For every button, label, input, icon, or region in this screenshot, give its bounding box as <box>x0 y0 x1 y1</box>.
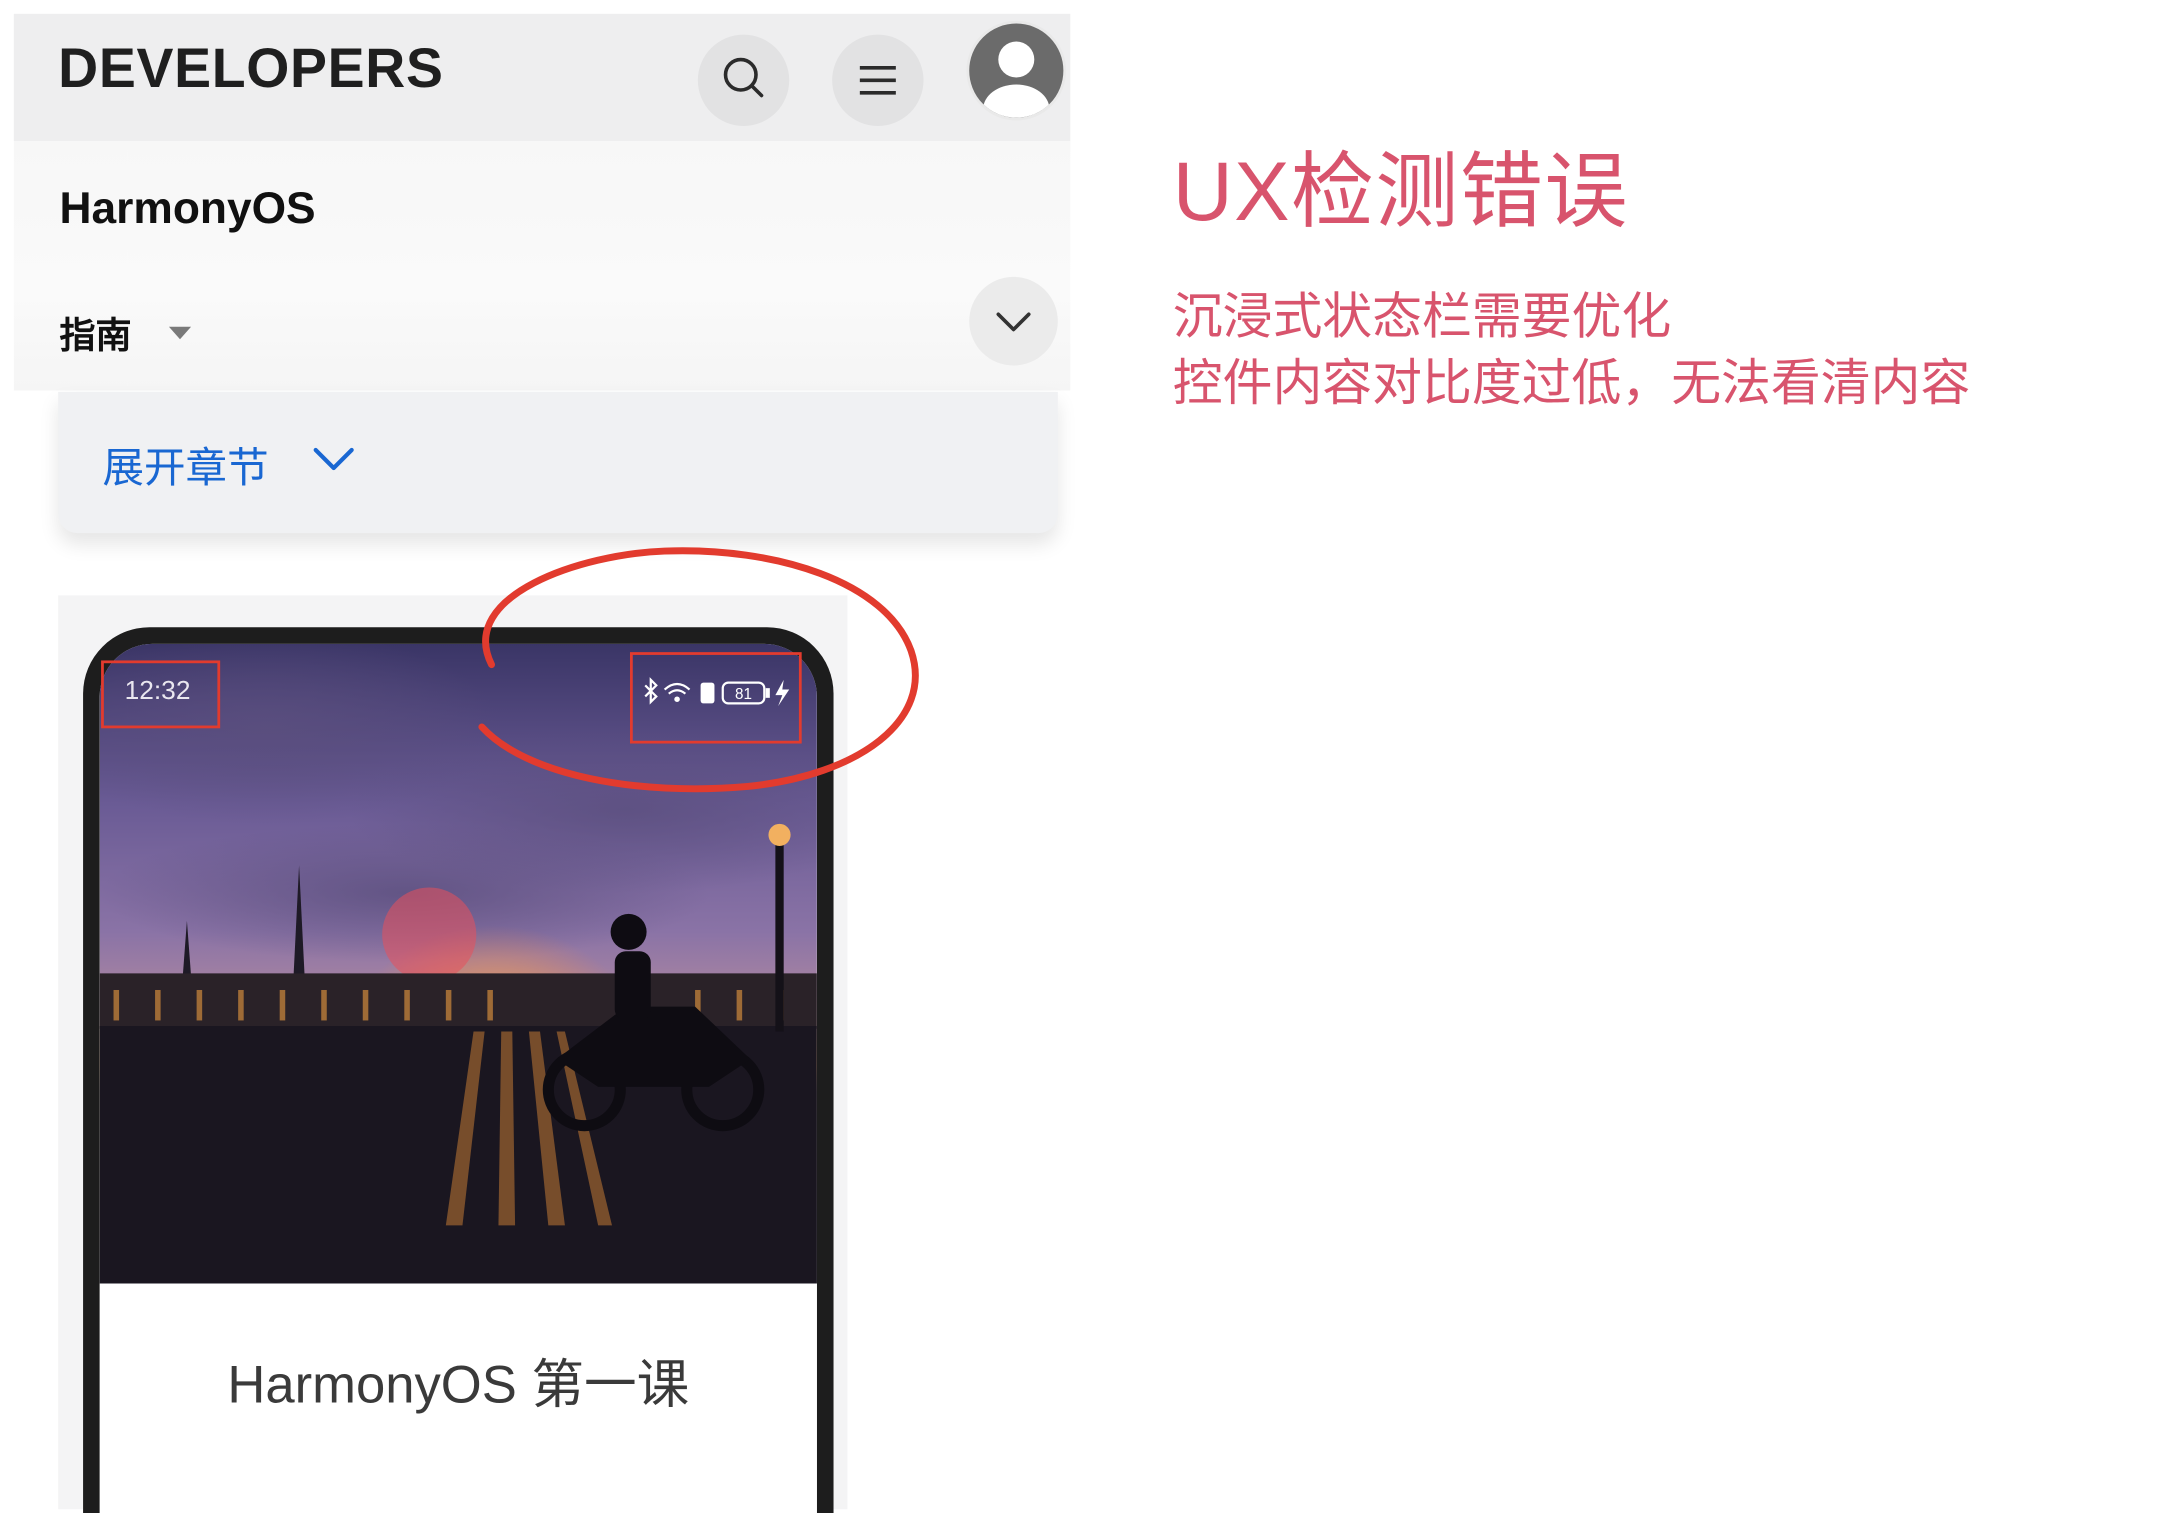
product-title: HarmonyOS <box>59 182 316 233</box>
highlight-box-status-icons <box>629 652 802 744</box>
brand-logo[interactable]: DEVELOPERS <box>58 39 443 101</box>
chevron-down-icon <box>996 312 1031 332</box>
top-app-bar: DEVELOPERS <box>13 13 1071 142</box>
course-caption-area[interactable]: HarmonyOS 第一课 <box>99 1283 817 1513</box>
user-avatar[interactable] <box>966 20 1067 121</box>
course-title[interactable]: HarmonyOS 第一课 <box>100 1342 817 1418</box>
ux-issue-1: 沉浸式状态栏需要优化 <box>1172 287 1672 345</box>
guide-dropdown[interactable]: 指南 <box>60 307 132 358</box>
menu-icon <box>859 66 896 95</box>
caret-down-icon[interactable] <box>168 326 192 340</box>
screenshot-root: DEVELOPERS HarmonyOS 指南 展开章节 HarmonyOS 第… <box>0 0 2160 1513</box>
menu-button[interactable] <box>832 34 924 126</box>
product-subheader: HarmonyOS 指南 <box>13 141 1071 391</box>
highlight-box-time <box>101 660 221 729</box>
phone-screen: HarmonyOS 第一课 <box>99 643 817 1513</box>
expand-chapters-card[interactable]: 展开章节 <box>58 391 1058 534</box>
ux-error-title: UX检测错误 <box>1172 145 1629 239</box>
search-icon <box>723 57 764 98</box>
expand-chapters-label[interactable]: 展开章节 <box>102 433 268 494</box>
search-button[interactable] <box>697 34 790 126</box>
phone-mockup: HarmonyOS 第一课 <box>83 627 834 1513</box>
ux-issue-2: 控件内容对比度过低，无法看清内容 <box>1172 354 1971 412</box>
expand-button[interactable] <box>969 276 1058 366</box>
user-avatar-icon <box>983 41 1050 118</box>
chevron-down-icon[interactable] <box>307 439 362 481</box>
